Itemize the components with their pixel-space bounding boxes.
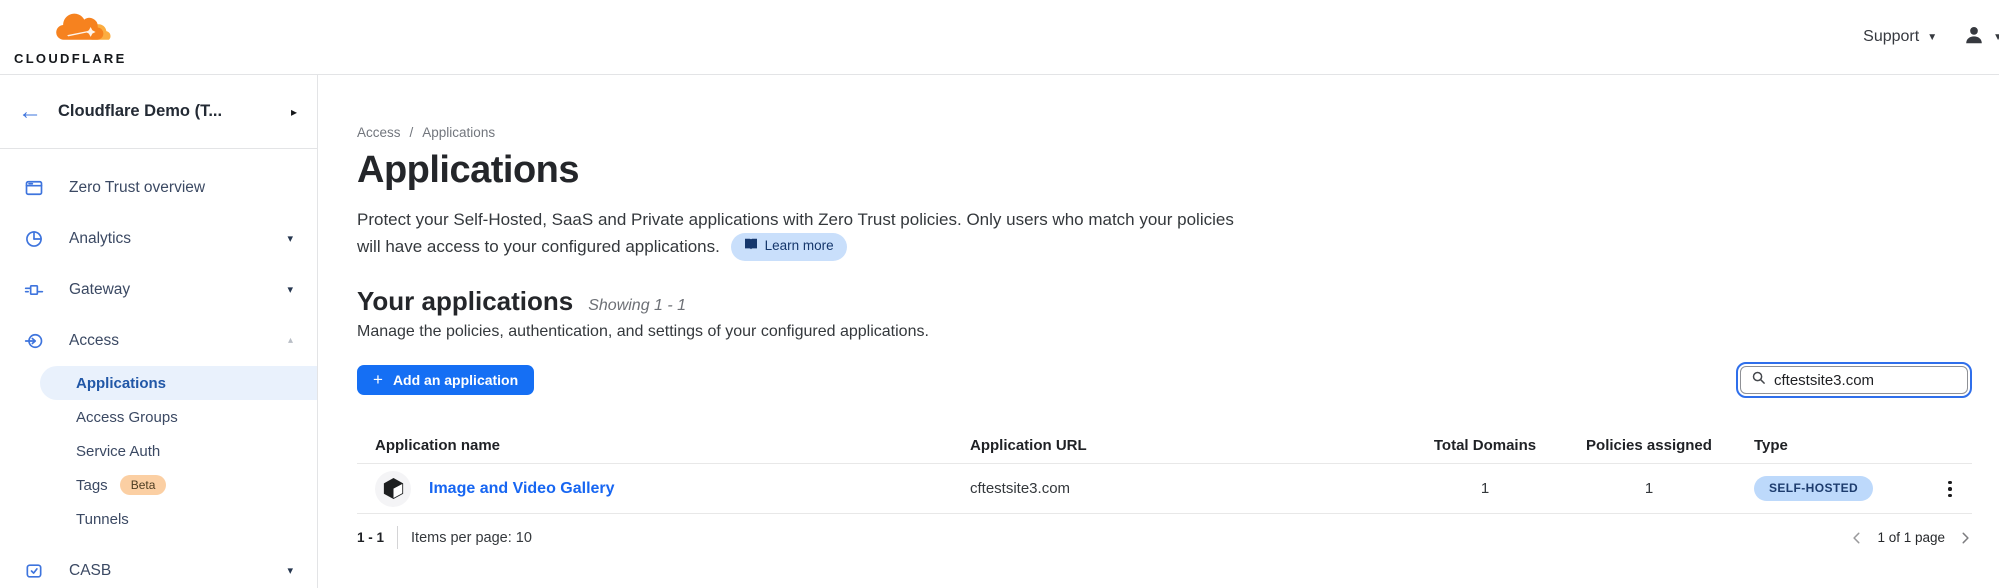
cloudflare-wordmark: CLOUDFLARE xyxy=(14,51,132,66)
chevron-down-icon: ▼ xyxy=(1993,32,1999,43)
section-subheading: Manage the policies, authentication, and… xyxy=(357,323,1972,341)
chevron-up-icon[interactable]: ▴ xyxy=(288,335,293,346)
pagination: 1 of 1 page xyxy=(1850,530,1972,545)
main-content: Access / Applications Applications Prote… xyxy=(318,75,1999,588)
page-title: Applications xyxy=(357,149,1972,192)
chevron-down-icon[interactable]: ▾ xyxy=(287,283,293,296)
table-header-row: Application name Application URL Total D… xyxy=(357,427,1972,464)
plus-icon: + xyxy=(373,370,383,390)
sidebar-item-label: Zero Trust overview xyxy=(69,179,205,197)
add-application-button[interactable]: + Add an application xyxy=(357,365,534,395)
header-application-name: Application name xyxy=(357,437,970,454)
sidebar-item-tags[interactable]: Tags Beta xyxy=(0,468,317,502)
sidebar-item-gateway[interactable]: Gateway ▾ xyxy=(0,264,317,315)
sidebar-item-tunnels[interactable]: Tunnels xyxy=(0,502,317,536)
breadcrumb: Access / Applications xyxy=(357,125,1972,140)
app-root: CLOUDFLARE Support ▼ ▼ ← C xyxy=(0,0,1999,588)
sidebar-subitem-label: Access Groups xyxy=(76,409,178,426)
application-cube-icon xyxy=(375,471,411,507)
sidebar-subitem-label: Applications xyxy=(76,375,166,392)
sidebar-item-service-auth[interactable]: Service Auth xyxy=(0,434,317,468)
sidebar-item-label: Access xyxy=(69,332,119,350)
user-avatar-icon xyxy=(1963,24,1985,51)
search-box xyxy=(1740,366,1968,394)
access-login-icon xyxy=(24,331,44,351)
support-label: Support xyxy=(1863,28,1919,46)
account-name: Cloudflare Demo (T... xyxy=(58,102,275,121)
row-actions-kebab-icon[interactable] xyxy=(1944,477,1956,502)
sidebar-nav: Zero Trust overview Analytics ▾ xyxy=(0,149,317,588)
analytics-pie-icon xyxy=(24,229,44,249)
chevron-down-icon[interactable]: ▾ xyxy=(287,564,293,577)
chevron-down-icon: ▼ xyxy=(1927,32,1937,43)
header-application-url: Application URL xyxy=(970,437,1410,454)
beta-badge: Beta xyxy=(120,475,167,495)
sidebar-item-access-groups[interactable]: Access Groups xyxy=(0,400,317,434)
sidebar-item-zero-trust-overview[interactable]: Zero Trust overview xyxy=(0,162,317,213)
application-name-link[interactable]: Image and Video Gallery xyxy=(429,480,615,498)
header-policies-assigned: Policies assigned xyxy=(1560,437,1738,454)
table-row: Image and Video Gallery cftestsite3.com … xyxy=(357,464,1972,514)
chevron-right-icon: ▸ xyxy=(291,105,297,119)
sidebar-item-applications[interactable]: Applications xyxy=(40,366,317,400)
policies-assigned-cell: 1 xyxy=(1560,480,1738,497)
application-url-cell: cftestsite3.com xyxy=(970,480,1410,497)
sidebar-item-label: Analytics xyxy=(69,230,131,248)
topbar: CLOUDFLARE Support ▼ ▼ xyxy=(0,0,1999,75)
learn-more-link[interactable]: Learn more xyxy=(731,233,847,261)
sidebar-subitem-label: Tunnels xyxy=(76,511,129,528)
casb-check-icon xyxy=(24,561,44,581)
previous-page-icon[interactable] xyxy=(1850,531,1864,545)
breadcrumb-current: Applications xyxy=(422,125,495,140)
chevron-down-icon[interactable]: ▾ xyxy=(287,232,293,245)
gateway-icon xyxy=(24,280,44,300)
user-menu[interactable]: ▼ xyxy=(1963,24,1999,51)
sidebar: ← Cloudflare Demo (T... ▸ Zero Trust ove… xyxy=(0,75,318,588)
topbar-right: Support ▼ ▼ xyxy=(1863,24,1997,51)
showing-count: Showing 1 - 1 xyxy=(588,297,686,315)
sidebar-item-label: Gateway xyxy=(69,281,130,299)
search-input[interactable] xyxy=(1774,372,1957,389)
table-controls: + Add an application xyxy=(357,362,1972,398)
total-domains-cell: 1 xyxy=(1410,480,1560,497)
footer-divider xyxy=(397,526,398,549)
items-range: 1 - 1 xyxy=(357,530,384,545)
cloudflare-logo[interactable]: CLOUDFLARE xyxy=(14,9,132,66)
next-page-icon[interactable] xyxy=(1958,531,1972,545)
items-per-page: Items per page: 10 xyxy=(411,530,532,546)
account-switcher[interactable]: ← Cloudflare Demo (T... ▸ xyxy=(0,75,317,149)
header-total-domains: Total Domains xyxy=(1410,437,1560,454)
type-badge: SELF-HOSTED xyxy=(1754,476,1873,501)
search-focus-ring xyxy=(1736,362,1972,398)
sidebar-item-casb[interactable]: CASB ▾ xyxy=(0,545,317,588)
section-heading: Your applications xyxy=(357,286,573,317)
sidebar-subitem-label: Tags xyxy=(76,477,108,494)
page-description: Protect your Self-Hosted, SaaS and Priva… xyxy=(357,207,1247,261)
applications-table: Application name Application URL Total D… xyxy=(357,427,1972,514)
table-footer: 1 - 1 Items per page: 10 1 of 1 page xyxy=(357,526,1972,549)
back-arrow-icon[interactable]: ← xyxy=(18,100,42,124)
support-menu[interactable]: Support ▼ xyxy=(1863,28,1937,46)
sidebar-item-access[interactable]: Access ▴ xyxy=(0,315,317,366)
sidebar-item-label: CASB xyxy=(69,562,111,580)
add-application-label: Add an application xyxy=(393,372,518,388)
cloudflare-cloud-icon xyxy=(14,9,132,50)
search-icon xyxy=(1751,370,1766,390)
breadcrumb-access[interactable]: Access xyxy=(357,125,401,140)
sidebar-subitem-label: Service Auth xyxy=(76,443,160,460)
learn-more-label: Learn more xyxy=(765,236,834,257)
header-type: Type xyxy=(1738,437,1928,454)
overview-window-icon xyxy=(24,178,44,198)
book-icon xyxy=(744,236,758,257)
breadcrumb-separator: / xyxy=(410,125,414,140)
section-head: Your applications Showing 1 - 1 xyxy=(357,286,1972,317)
sidebar-item-analytics[interactable]: Analytics ▾ xyxy=(0,213,317,264)
page-indicator: 1 of 1 page xyxy=(1877,530,1945,545)
